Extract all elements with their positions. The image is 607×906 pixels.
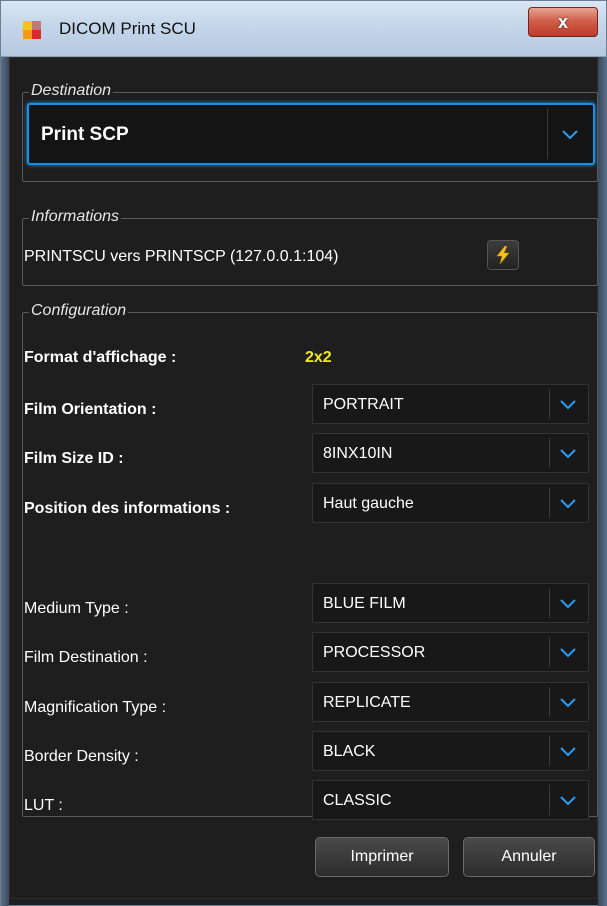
- chevron-down-icon[interactable]: [559, 697, 577, 709]
- film-size-value: 8INX10IN: [323, 445, 393, 462]
- chevron-down-icon[interactable]: [559, 399, 577, 411]
- close-button[interactable]: x: [528, 7, 598, 37]
- informations-legend: Informations: [29, 208, 122, 226]
- window-frame-right: [598, 57, 607, 906]
- chevron-down-icon[interactable]: [559, 498, 577, 510]
- magnification-type-label: Magnification Type :: [24, 699, 167, 716]
- chevron-down-icon[interactable]: [559, 598, 577, 610]
- dialog-content: Destination Print SCP Informations PRINT…: [9, 57, 598, 899]
- window-title: DICOM Print SCU: [59, 19, 196, 38]
- close-icon: x: [557, 11, 568, 32]
- film-size-select[interactable]: 8INX10IN: [312, 433, 589, 473]
- configuration-group: Configuration Format d'affichage : 2x2 F…: [22, 302, 598, 820]
- destination-select[interactable]: Print SCP: [27, 103, 595, 165]
- medium-type-value: BLUE FILM: [323, 595, 406, 612]
- format-label: Format d'affichage :: [24, 349, 177, 366]
- combo-separator: [549, 736, 550, 766]
- film-destination-label: Film Destination :: [24, 649, 148, 666]
- destination-legend: Destination: [29, 82, 114, 100]
- combo-separator: [549, 637, 550, 667]
- configuration-legend: Configuration: [29, 302, 129, 320]
- chevron-down-icon[interactable]: [561, 129, 579, 141]
- film-destination-select[interactable]: PROCESSOR: [312, 632, 589, 672]
- combo-separator: [549, 687, 550, 717]
- medium-type-label: Medium Type :: [24, 600, 129, 617]
- lightning-icon: [496, 246, 510, 264]
- border-density-select[interactable]: BLACK: [312, 731, 589, 771]
- chevron-down-icon[interactable]: [559, 647, 577, 659]
- destination-value: Print SCP: [41, 124, 129, 145]
- combo-separator: [549, 588, 550, 618]
- lut-select[interactable]: CLASSIC: [312, 780, 589, 820]
- info-position-label: Position des informations :: [24, 500, 231, 517]
- magnification-type-select[interactable]: REPLICATE: [312, 682, 589, 722]
- format-value[interactable]: 2x2: [305, 349, 332, 367]
- info-position-select[interactable]: Haut gauche: [312, 483, 589, 523]
- destination-group: Destination Print SCP: [22, 82, 598, 182]
- window-frame-left: [1, 57, 9, 906]
- combo-separator: [549, 389, 550, 419]
- app-icon: [23, 21, 41, 39]
- info-position-value: Haut gauche: [323, 495, 414, 512]
- cancel-button[interactable]: Annuler: [463, 837, 595, 877]
- border-density-value: BLACK: [323, 743, 376, 760]
- border-density-label: Border Density :: [24, 748, 139, 765]
- combo-separator: [547, 109, 548, 159]
- informations-group: Informations PRINTSCU vers PRINTSCP (127…: [22, 208, 598, 286]
- test-connection-button[interactable]: [487, 240, 519, 270]
- film-destination-value: PROCESSOR: [323, 644, 426, 661]
- film-orientation-select[interactable]: PORTRAIT: [312, 384, 589, 424]
- chevron-down-icon[interactable]: [559, 746, 577, 758]
- print-button[interactable]: Imprimer: [315, 837, 449, 877]
- medium-type-select[interactable]: BLUE FILM: [312, 583, 589, 623]
- film-orientation-value: PORTRAIT: [323, 396, 404, 413]
- film-orientation-label: Film Orientation :: [24, 401, 157, 418]
- chevron-down-icon[interactable]: [559, 795, 577, 807]
- title-bar[interactable]: DICOM Print SCU x: [1, 1, 606, 57]
- film-size-label: Film Size ID :: [24, 450, 124, 467]
- lut-value: CLASSIC: [323, 792, 392, 809]
- lut-label: LUT :: [24, 797, 63, 814]
- combo-separator: [549, 438, 550, 468]
- magnification-type-value: REPLICATE: [323, 694, 411, 711]
- chevron-down-icon[interactable]: [559, 448, 577, 460]
- combo-separator: [549, 785, 550, 815]
- combo-separator: [549, 488, 550, 518]
- dicom-print-dialog: DICOM Print SCU x Destination Print SCP …: [0, 0, 607, 906]
- connection-info: PRINTSCU vers PRINTSCP (127.0.0.1:104): [24, 248, 339, 265]
